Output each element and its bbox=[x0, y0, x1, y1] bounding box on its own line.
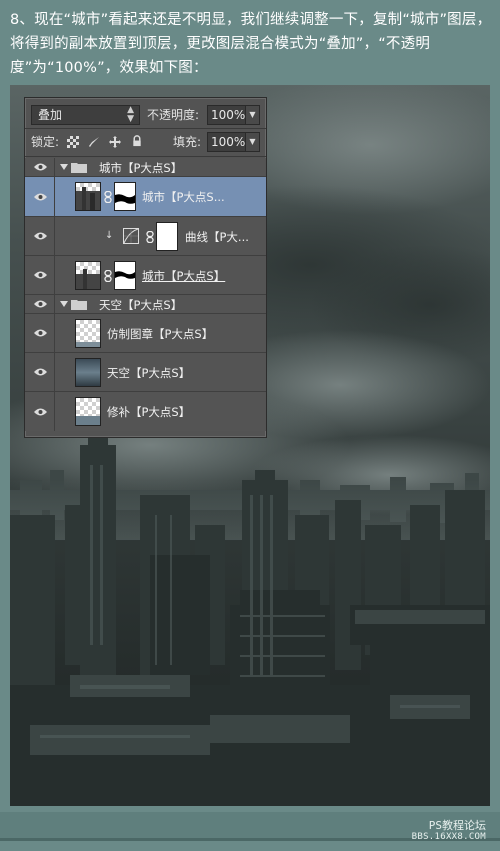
layer-city[interactable]: 城市【P大点S】 bbox=[25, 256, 266, 295]
lock-all-icon[interactable] bbox=[131, 135, 143, 147]
clipping-mask-arrow-icon: ↓ bbox=[105, 230, 114, 241]
layer-name: 城市【P大点S】 bbox=[142, 269, 226, 283]
layer-mask-thumbnail[interactable] bbox=[114, 182, 136, 211]
fill-value: 100% bbox=[211, 135, 246, 149]
lock-transparent-pixels-icon[interactable] bbox=[67, 136, 79, 148]
layer-name: 曲线【P大... bbox=[185, 230, 249, 244]
blend-mode-value: 叠加 bbox=[38, 108, 63, 122]
expand-triangle-icon[interactable] bbox=[60, 301, 68, 307]
visibility-toggle[interactable] bbox=[25, 295, 55, 313]
layer-name: 仿制图章【P大点S】 bbox=[107, 327, 214, 341]
layer-thumbnail bbox=[75, 261, 101, 290]
layer-thumbnail bbox=[75, 182, 101, 211]
layer-mask-thumbnail[interactable] bbox=[114, 261, 136, 290]
layer-name: 修补【P大点S】 bbox=[107, 405, 191, 419]
link-chain-icon[interactable] bbox=[146, 231, 154, 243]
visibility-toggle[interactable] bbox=[25, 256, 55, 294]
folder-icon bbox=[71, 300, 87, 310]
eye-icon[interactable] bbox=[34, 192, 47, 202]
layer-city-copy[interactable]: 城市【P大点S... bbox=[25, 177, 266, 217]
visibility-toggle[interactable] bbox=[25, 353, 55, 391]
fill-field[interactable]: 100% ▼ bbox=[207, 132, 260, 152]
layer-thumbnail bbox=[75, 397, 101, 426]
layer-patch[interactable]: 修补【P大点S】 bbox=[25, 392, 266, 431]
eye-icon[interactable] bbox=[34, 270, 47, 280]
visibility-toggle[interactable] bbox=[25, 217, 55, 255]
fill-label: 填充: bbox=[173, 135, 202, 149]
watermark-title: PS教程论坛 bbox=[428, 819, 486, 832]
visibility-toggle[interactable] bbox=[25, 392, 55, 431]
instruction-text: 8、现在“城市”看起来还是不明显，我们继续调整一下，复制“城市”图层，将得到的副… bbox=[10, 12, 492, 76]
layer-name: 城市【P大点S】 bbox=[99, 161, 183, 175]
layer-mask-thumbnail[interactable] bbox=[156, 222, 178, 251]
eye-icon[interactable] bbox=[34, 367, 47, 377]
layer-name: 天空【P大点S】 bbox=[107, 366, 191, 380]
watermark-url: BBS.16XX8.COM bbox=[411, 832, 486, 842]
opacity-label: 不透明度: bbox=[147, 108, 200, 122]
eye-icon[interactable] bbox=[34, 299, 47, 309]
layers-panel: 叠加 ▲ ▼ 不透明度: 100% ▼ 锁定: 填充: 100% ▼ 城市【P大… bbox=[24, 97, 267, 438]
eye-icon[interactable] bbox=[34, 328, 47, 338]
layer-thumbnail bbox=[75, 319, 101, 348]
lock-fill-row: 锁定: 填充: 100% ▼ bbox=[25, 129, 266, 157]
blend-opacity-row: 叠加 ▲ ▼ 不透明度: 100% ▼ bbox=[25, 101, 266, 129]
visibility-toggle[interactable] bbox=[25, 177, 55, 216]
opacity-field[interactable]: 100% ▼ bbox=[207, 105, 260, 125]
expand-triangle-icon[interactable] bbox=[60, 164, 68, 170]
layer-clone-stamp[interactable]: 仿制图章【P大点S】 bbox=[25, 314, 266, 353]
opacity-dropdown-icon[interactable]: ▼ bbox=[245, 106, 259, 124]
select-arrows-icon: ▲ ▼ bbox=[127, 105, 134, 124]
visibility-toggle[interactable] bbox=[25, 158, 55, 176]
visibility-toggle[interactable] bbox=[25, 314, 55, 352]
layers-list: 城市【P大点S】 城市【P大点S... ↓ 曲线【P大... 城市【P大点S】 … bbox=[25, 158, 266, 431]
layer-name: 城市【P大点S... bbox=[142, 190, 225, 204]
folder-icon bbox=[71, 163, 87, 173]
watermark: PS教程论坛 BBS.16XX8.COM bbox=[412, 820, 486, 843]
layer-name: 天空【P大点S】 bbox=[99, 298, 183, 312]
lock-position-move-icon[interactable] bbox=[109, 136, 121, 148]
fill-dropdown-icon[interactable]: ▼ bbox=[245, 133, 259, 151]
opacity-value: 100% bbox=[211, 108, 246, 122]
layer-sky[interactable]: 天空【P大点S】 bbox=[25, 353, 266, 392]
lock-image-pixels-brush-icon[interactable] bbox=[88, 136, 100, 148]
lock-label: 锁定: bbox=[31, 135, 60, 149]
eye-icon[interactable] bbox=[34, 407, 47, 417]
eye-icon[interactable] bbox=[34, 162, 47, 172]
layer-thumbnail bbox=[75, 358, 101, 387]
divider bbox=[25, 156, 266, 157]
link-chain-icon[interactable] bbox=[104, 191, 112, 203]
curves-adjustment-icon bbox=[123, 228, 139, 244]
eye-icon[interactable] bbox=[34, 231, 47, 241]
link-chain-icon[interactable] bbox=[104, 270, 112, 282]
layer-group-sky[interactable]: 天空【P大点S】 bbox=[25, 295, 266, 314]
layer-curves-adjustment[interactable]: ↓ 曲线【P大... bbox=[25, 217, 266, 256]
blend-mode-select[interactable]: 叠加 ▲ ▼ bbox=[31, 105, 140, 125]
layer-group-city[interactable]: 城市【P大点S】 bbox=[25, 158, 266, 177]
